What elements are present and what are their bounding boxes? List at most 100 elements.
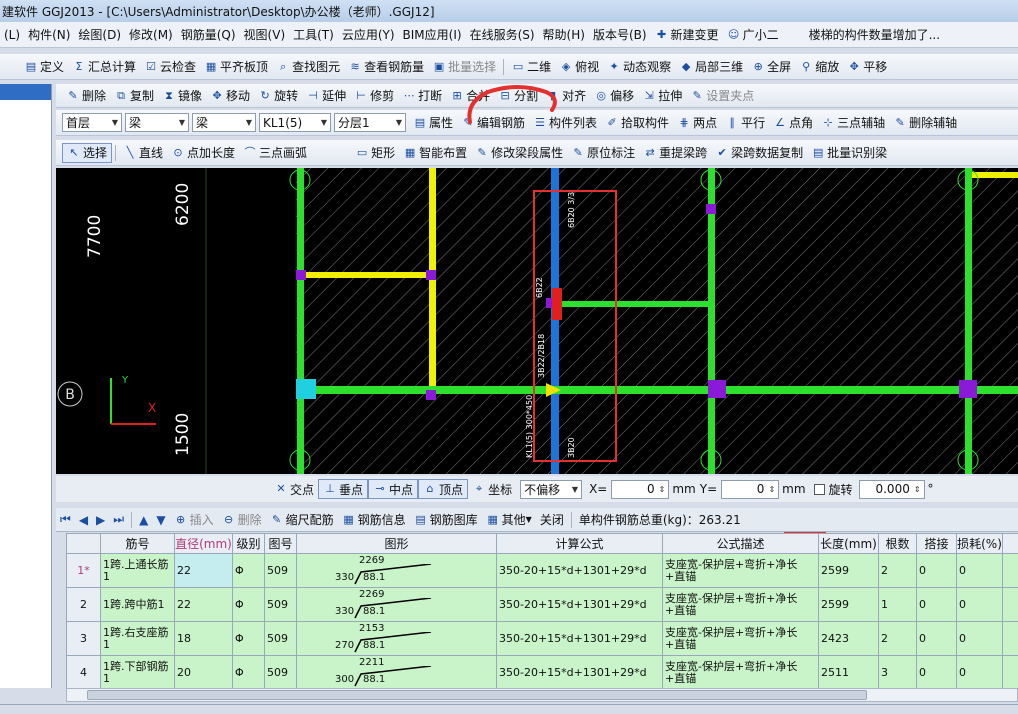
find-element-button[interactable]: ⌕ 查找图元 [272, 57, 344, 77]
lap-cell[interactable]: 0 [916, 655, 957, 690]
loss-cell[interactable]: 0 [956, 587, 1003, 622]
smart-layout-button[interactable]: ▦ 智能布置 [399, 143, 471, 163]
table-row[interactable]: 1* 1跨.上通长筋1 22 Φ 509 2269 330 88.1 350-2… [66, 553, 1018, 588]
rectangle-button[interactable]: ▭ 矩形 [351, 143, 399, 163]
floor-select[interactable]: 首层 ▼ [62, 113, 122, 132]
beam-horizontal-yellow[interactable] [972, 172, 1018, 178]
count-cell[interactable]: 2 [878, 621, 917, 656]
length-cell[interactable]: 2599 [818, 587, 879, 622]
summary-calc-button[interactable]: Σ 汇总计算 [68, 57, 140, 77]
row-number[interactable]: 2 [66, 587, 101, 622]
three-point-axis-button[interactable]: ⊹ 三点辅轴 [817, 113, 889, 133]
grade-cell[interactable]: Φ [232, 553, 265, 588]
loss-cell[interactable]: 0 [956, 553, 1003, 588]
menu-item-bim[interactable]: BIM应用(I) [399, 25, 466, 45]
scale-rebar-button[interactable]: ✎ 缩尺配筋 [266, 510, 338, 530]
beam-horizontal-yellow[interactable] [304, 272, 434, 278]
menu-item-rebar[interactable]: 钢筋量(Q) [177, 25, 240, 45]
menu-item-version[interactable]: 版本号(B) [589, 25, 651, 45]
column[interactable] [959, 380, 977, 398]
menu-item-draw[interactable]: 绘图(D) [74, 25, 125, 45]
rebar-info-button[interactable]: ▦ 钢筋信息 [338, 510, 410, 530]
shape-cell[interactable]: 2211 300 88.1 [296, 655, 497, 690]
new-change-button[interactable]: ✚ 新建变更 [651, 25, 723, 45]
count-cell[interactable]: 1 [878, 587, 917, 622]
bar-name[interactable]: 1跨.跨中筋1 [100, 587, 175, 622]
formula-desc-cell[interactable]: 支座宽-保护层+弯折+净长+直锚 [662, 553, 819, 588]
category-select[interactable]: 梁 ▼ [125, 113, 189, 132]
offset-select[interactable]: 不偏移 ▼ [520, 479, 583, 499]
break-button[interactable]: ⋯ 打断 [398, 86, 446, 106]
mirror-button[interactable]: ⧗ 镜像 [158, 86, 206, 106]
formula-desc-cell[interactable]: 支座宽-保护层+弯折+净长+直锚 [662, 587, 819, 622]
count-cell[interactable]: 3 [878, 655, 917, 690]
two-point-button[interactable]: ⋕ 两点 [673, 113, 721, 133]
batch-recognize-button[interactable]: ▤ 批量识别梁 [807, 143, 891, 163]
col-lap[interactable]: 搭接 [916, 533, 957, 554]
formula-cell[interactable]: 350-20+15*d+1301+29*d [496, 553, 663, 588]
notice-text[interactable]: 楼梯的构件数量增加了... [805, 25, 944, 45]
loss-cell[interactable]: 0 [956, 655, 1003, 690]
length-cell[interactable]: 2423 [818, 621, 879, 656]
grade-cell[interactable]: Φ [232, 655, 265, 690]
bar-name[interactable]: 1跨.右支座筋1 [100, 621, 175, 656]
shape-cell[interactable]: 2269 330 88.1 [296, 553, 497, 588]
grip-button[interactable]: ✎ 设置夹点 [686, 86, 758, 106]
batch-select-button[interactable]: ▣ 批量选择 [428, 57, 500, 77]
x-input[interactable]: 0 ⇕ [611, 479, 670, 499]
beam-vertical[interactable] [965, 168, 972, 474]
formula-cell[interactable]: 350-20+15*d+1301+29*d [496, 621, 663, 656]
layer-select[interactable]: 分层1 ▼ [334, 113, 406, 132]
snap-intersect[interactable]: ✕ 交点 [270, 479, 318, 499]
in-situ-mark-button[interactable]: ✎ 原位标注 [567, 143, 639, 163]
snap-perpendicular[interactable]: ⊥ 垂点 [318, 479, 369, 499]
fullscreen-button[interactable]: ⊕ 全屏 [747, 57, 795, 77]
first-record-icon[interactable]: ⏮ [56, 510, 75, 530]
formula-cell[interactable]: 350-20+15*d+1301+29*d [496, 587, 663, 622]
col-length[interactable]: 长度(mm) [818, 533, 879, 554]
rotate-input[interactable]: 0.000 ⇕ [858, 479, 925, 499]
row-number[interactable]: 4 [66, 655, 101, 690]
grade-cell[interactable]: Φ [232, 621, 265, 656]
next-record-icon[interactable]: ▶ [92, 510, 109, 530]
property-button[interactable]: ▤ 属性 [409, 113, 457, 133]
move-down-icon[interactable]: ▼ [152, 510, 169, 530]
formula-desc-cell[interactable]: 支座宽-保护层+弯折+净长+直锚 [662, 655, 819, 690]
move-button[interactable]: ✥ 移动 [206, 86, 254, 106]
col-diameter[interactable]: 直径(mm) [174, 533, 233, 554]
pick-component-button[interactable]: ✐ 拾取构件 [601, 113, 673, 133]
move-up-icon[interactable]: ▲ [135, 510, 152, 530]
menu-item-tools[interactable]: 工具(T) [289, 25, 338, 45]
define-button[interactable]: ▤ 定义 [20, 57, 68, 77]
three-point-arc-button[interactable]: ⌒ 三点画弧 [239, 143, 311, 163]
type-select[interactable]: 梁 ▼ [192, 113, 256, 132]
snap-vertex[interactable]: ⌂ 顶点 [418, 479, 469, 499]
menu-item-view[interactable]: 视图(V) [240, 25, 290, 45]
line-button[interactable]: ╲ 直线 [119, 143, 167, 163]
view-rebar-button[interactable]: ≋ 查看钢筋量 [344, 57, 428, 77]
offset-button[interactable]: ◎ 偏移 [590, 86, 638, 106]
rebar-library-button[interactable]: ▤ 钢筋图库 [410, 510, 482, 530]
lap-cell[interactable]: 0 [916, 553, 957, 588]
length-cell[interactable]: 2599 [818, 553, 879, 588]
scrollbar-thumb[interactable] [87, 690, 867, 700]
beam-horizontal[interactable] [304, 386, 1018, 394]
formula-cell[interactable]: 350-20+15*d+1301+29*d [496, 655, 663, 690]
snap-coordinate[interactable]: ⌖ 坐标 [468, 479, 516, 499]
menu-item-online[interactable]: 在线服务(S) [466, 25, 539, 45]
column[interactable] [296, 379, 316, 399]
close-button[interactable]: 关闭 [536, 510, 568, 530]
diameter-cell[interactable]: 18 [174, 621, 233, 656]
row-number[interactable]: 3 [66, 621, 101, 656]
parallel-button[interactable]: ∥ 平行 [721, 113, 769, 133]
bar-name[interactable]: 1跨.上通长筋1 [100, 553, 175, 588]
point-angle-button[interactable]: ∠ 点角 [769, 113, 817, 133]
table-row[interactable]: 2 1跨.跨中筋1 22 Φ 509 2269 330 88.1 350-20+… [66, 587, 1018, 622]
col-shape[interactable]: 图形 [296, 533, 497, 554]
re-extract-span-button[interactable]: ⇄ 重提梁跨 [639, 143, 711, 163]
y-input[interactable]: 0 ⇕ [721, 479, 780, 499]
delete-axis-button[interactable]: ✎ 删除辅轴 [889, 113, 961, 133]
count-cell[interactable]: 2 [878, 553, 917, 588]
2d-view-button[interactable]: ▭ 二维 [507, 57, 555, 77]
col-formula[interactable]: 计算公式 [496, 533, 663, 554]
